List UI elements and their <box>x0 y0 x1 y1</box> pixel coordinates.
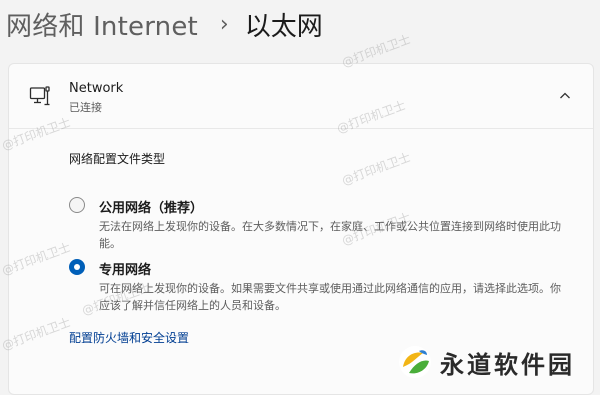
ethernet-pc-icon <box>29 86 50 106</box>
network-name: Network <box>69 81 124 96</box>
site-logo-icon <box>399 346 431 378</box>
page-title: 以太网 <box>244 12 323 42</box>
profile-type-heading: 网络配置文件类型 <box>69 152 166 166</box>
site-logo-text: 永道软件园 <box>440 351 575 379</box>
private-network-radio[interactable] <box>69 259 85 275</box>
public-network-description: 无法在网络上发现你的设备。在大多数情况下，在家庭、工作或公共位置连接到网络时使用… <box>99 220 561 250</box>
breadcrumb-separator: › <box>219 12 229 37</box>
public-network-radio[interactable] <box>69 197 85 213</box>
breadcrumb-parent-link[interactable]: 网络和 Internet <box>6 6 198 43</box>
public-network-label: 公用网络（推荐） <box>99 201 204 216</box>
network-status: 已连接 <box>69 101 102 114</box>
network-header[interactable]: Network 已连接 <box>9 64 593 129</box>
private-network-label: 专用网络 <box>99 263 152 278</box>
private-network-description: 可在网络上发现你的设备。如果需要文件共享或使用通过此网络通信的应用，请选择此选项… <box>99 282 561 312</box>
firewall-settings-link[interactable]: 配置防火墙和安全设置 <box>69 329 189 346</box>
breadcrumb: 网络和 Internet › 以太网 <box>6 6 323 43</box>
chevron-up-icon[interactable] <box>557 88 573 104</box>
